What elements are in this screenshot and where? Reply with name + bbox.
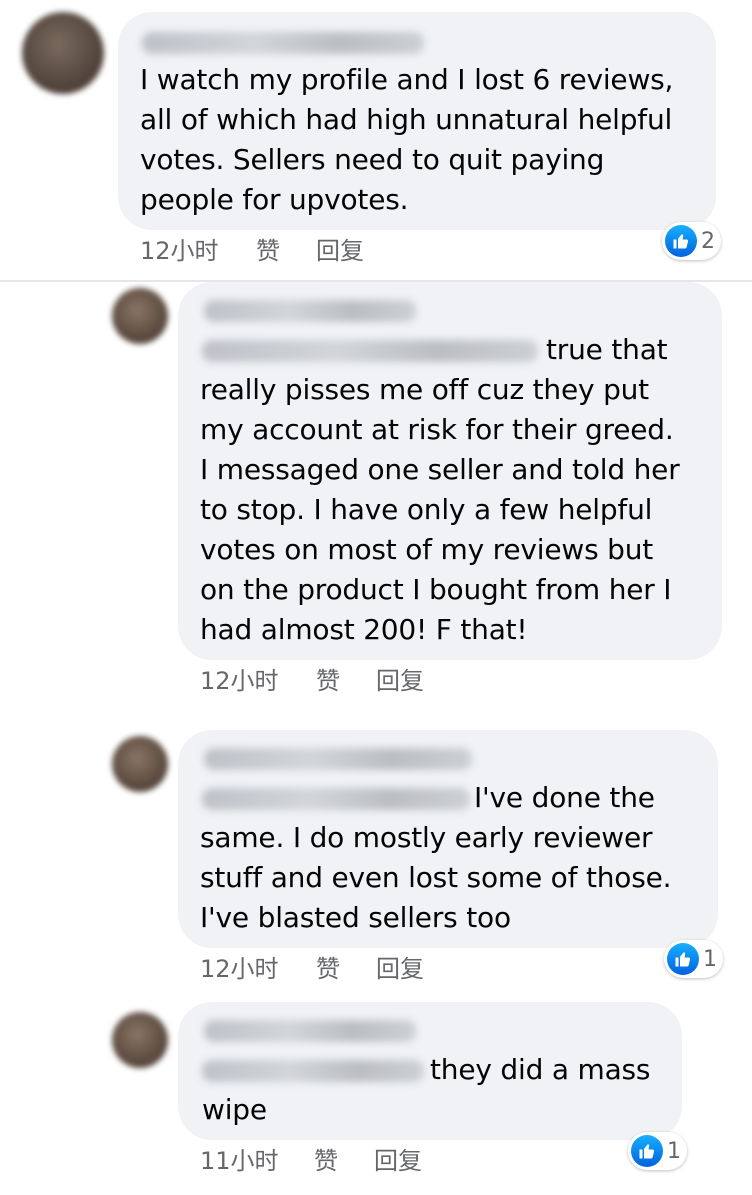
- thumbs-up-icon: [667, 943, 699, 975]
- avatar[interactable]: [112, 1012, 168, 1068]
- comment-text-line: had almost 200! F that!: [200, 613, 528, 646]
- like-link[interactable]: 赞: [314, 1146, 338, 1176]
- comment-text-line: stuff and even lost some of those.: [200, 861, 672, 894]
- comment-text-line: really pisses me off cuz they put: [200, 373, 649, 406]
- comment-text-line: on the product I bought from her I: [200, 573, 672, 606]
- comment-text-line: votes on most of my reviews but: [200, 533, 654, 566]
- comment-timestamp[interactable]: 11小时: [200, 1146, 279, 1176]
- blurred-author-name[interactable]: [204, 300, 416, 322]
- comment-text-line: I messaged one seller and told her: [200, 453, 680, 486]
- comment-timestamp[interactable]: 12小时: [140, 236, 219, 266]
- blurred-author-name[interactable]: [204, 748, 472, 770]
- blurred-author-name[interactable]: [204, 1020, 416, 1042]
- reply-link[interactable]: 回复: [376, 954, 424, 984]
- comment-text-line: people for upvotes.: [140, 183, 409, 216]
- like-link[interactable]: 赞: [256, 236, 280, 266]
- like-link[interactable]: 赞: [316, 666, 340, 696]
- reaction-badge[interactable]: 2: [662, 222, 721, 260]
- comment-text-line: true that: [546, 333, 668, 366]
- comment-bubble: true that really pisses me off cuz they …: [178, 282, 722, 660]
- reply-link[interactable]: 回复: [374, 1146, 422, 1176]
- comment-text-line: my account at risk for their greed.: [200, 413, 674, 446]
- comment-thread: I watch my profile and I lost 6 reviews,…: [0, 0, 752, 1195]
- thumbs-up-icon: [665, 225, 697, 257]
- comment-text-line: votes. Sellers need to quit paying: [140, 143, 605, 176]
- comment-text-line: to stop. I have only a few helpful: [200, 493, 653, 526]
- comment-bubble: I've done the same. I do mostly early re…: [178, 730, 718, 948]
- comment-bubble: I watch my profile and I lost 6 reviews,…: [118, 12, 716, 230]
- reaction-count: 1: [667, 1138, 681, 1164]
- blurred-mention[interactable]: [202, 340, 538, 362]
- thumbs-up-icon: [631, 1135, 663, 1167]
- reply-link[interactable]: 回复: [376, 666, 424, 696]
- comment-timestamp[interactable]: 12小时: [200, 666, 279, 696]
- comment-text-line: same. I do mostly early reviewer: [200, 821, 653, 854]
- blurred-mention[interactable]: [202, 788, 470, 810]
- avatar[interactable]: [112, 288, 168, 344]
- comment-text-line: I watch my profile and I lost 6 reviews,: [140, 63, 674, 96]
- reaction-count: 2: [701, 228, 715, 254]
- comment-text-line: all of which had high unnatural helpful: [140, 103, 673, 136]
- blurred-mention[interactable]: [202, 1060, 424, 1082]
- blurred-author-name[interactable]: [142, 32, 424, 54]
- reaction-count: 1: [703, 946, 717, 972]
- avatar[interactable]: [112, 736, 168, 792]
- comment-text-line: I've blasted sellers too: [200, 901, 511, 934]
- reaction-badge[interactable]: 1: [628, 1132, 687, 1170]
- comment-text-line: wipe: [202, 1093, 267, 1126]
- comment-bubble: they did a mass wipe: [178, 1002, 682, 1140]
- comment-text-line: they did a mass: [430, 1053, 651, 1086]
- reaction-badge[interactable]: 1: [664, 940, 723, 978]
- like-link[interactable]: 赞: [316, 954, 340, 984]
- reply-link[interactable]: 回复: [316, 236, 364, 266]
- avatar[interactable]: [22, 12, 104, 94]
- comment-text-line: I've done the: [474, 781, 655, 814]
- comment-timestamp[interactable]: 12小时: [200, 954, 279, 984]
